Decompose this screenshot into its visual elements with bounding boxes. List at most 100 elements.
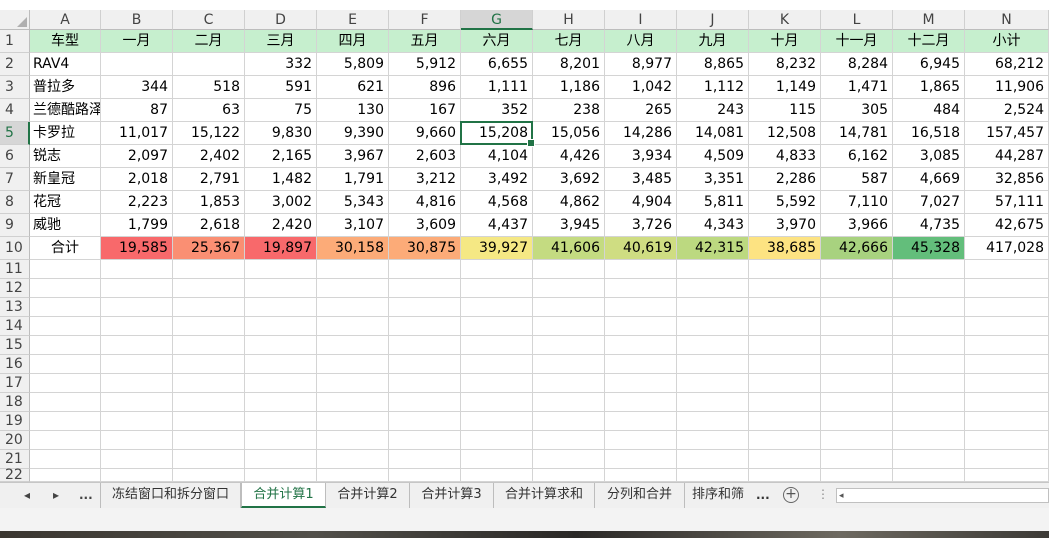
- empty-cell[interactable]: [965, 355, 1049, 374]
- empty-cell[interactable]: [677, 469, 749, 482]
- empty-cell[interactable]: [533, 431, 605, 450]
- empty-cell[interactable]: [101, 412, 173, 431]
- total-value-cell[interactable]: 38,685: [749, 237, 821, 260]
- row-label-cell[interactable]: 兰德酷路泽: [30, 99, 101, 122]
- empty-cell[interactable]: [677, 298, 749, 317]
- data-cell[interactable]: 587: [821, 168, 893, 191]
- empty-cell[interactable]: [389, 431, 461, 450]
- empty-cell[interactable]: [317, 450, 389, 469]
- empty-cell[interactable]: [461, 336, 533, 355]
- empty-cell[interactable]: [245, 279, 317, 298]
- column-header-H[interactable]: H: [533, 10, 605, 30]
- empty-cell[interactable]: [101, 393, 173, 412]
- data-cell[interactable]: 591: [245, 76, 317, 99]
- header-cell[interactable]: 十二月: [893, 30, 965, 53]
- empty-cell[interactable]: [173, 279, 245, 298]
- empty-cell[interactable]: [821, 317, 893, 336]
- data-cell[interactable]: 3,945: [533, 214, 605, 237]
- empty-cell[interactable]: [749, 431, 821, 450]
- data-cell[interactable]: 6,162: [821, 145, 893, 168]
- empty-cell[interactable]: [101, 298, 173, 317]
- data-cell[interactable]: 5,343: [317, 191, 389, 214]
- empty-cell[interactable]: [749, 412, 821, 431]
- data-cell[interactable]: 9,660: [389, 122, 461, 145]
- data-cell[interactable]: 15,122: [173, 122, 245, 145]
- empty-cell[interactable]: [749, 469, 821, 482]
- empty-cell[interactable]: [101, 450, 173, 469]
- data-cell[interactable]: 3,966: [821, 214, 893, 237]
- empty-cell[interactable]: [389, 393, 461, 412]
- empty-cell[interactable]: [749, 374, 821, 393]
- empty-cell[interactable]: [533, 393, 605, 412]
- column-header-L[interactable]: L: [821, 10, 893, 30]
- empty-cell[interactable]: [389, 355, 461, 374]
- data-cell[interactable]: 7,110: [821, 191, 893, 214]
- empty-cell[interactable]: [30, 431, 101, 450]
- empty-cell[interactable]: [173, 431, 245, 450]
- data-cell[interactable]: 14,286: [605, 122, 677, 145]
- data-cell[interactable]: 32,856: [965, 168, 1049, 191]
- data-cell[interactable]: 75: [245, 99, 317, 122]
- data-cell[interactable]: 3,002: [245, 191, 317, 214]
- empty-cell[interactable]: [30, 336, 101, 355]
- data-cell[interactable]: 2,402: [173, 145, 245, 168]
- empty-cell[interactable]: [965, 393, 1049, 412]
- empty-cell[interactable]: [317, 317, 389, 336]
- header-cell[interactable]: 二月: [173, 30, 245, 53]
- empty-cell[interactable]: [965, 450, 1049, 469]
- empty-cell[interactable]: [245, 260, 317, 279]
- data-cell[interactable]: 3,492: [461, 168, 533, 191]
- empty-cell[interactable]: [749, 393, 821, 412]
- data-cell[interactable]: 5,912: [389, 53, 461, 76]
- tab-overflow-button[interactable]: ...: [756, 487, 770, 503]
- header-cell[interactable]: 四月: [317, 30, 389, 53]
- header-cell[interactable]: 十一月: [821, 30, 893, 53]
- data-cell[interactable]: 3,934: [605, 145, 677, 168]
- empty-cell[interactable]: [101, 260, 173, 279]
- empty-cell[interactable]: [245, 374, 317, 393]
- empty-cell[interactable]: [965, 374, 1049, 393]
- data-cell[interactable]: 896: [389, 76, 461, 99]
- data-cell[interactable]: 15,056: [533, 122, 605, 145]
- row-header-7[interactable]: 7: [0, 168, 30, 191]
- data-cell[interactable]: 4,509: [677, 145, 749, 168]
- row-label-cell[interactable]: 威驰: [30, 214, 101, 237]
- empty-cell[interactable]: [605, 374, 677, 393]
- row-header-1[interactable]: 1: [0, 30, 30, 53]
- data-cell[interactable]: [173, 53, 245, 76]
- empty-cell[interactable]: [965, 279, 1049, 298]
- row-header-12[interactable]: 12: [0, 279, 30, 298]
- data-cell[interactable]: 4,343: [677, 214, 749, 237]
- empty-cell[interactable]: [389, 260, 461, 279]
- column-header-D[interactable]: D: [245, 10, 317, 30]
- row-header-9[interactable]: 9: [0, 214, 30, 237]
- empty-cell[interactable]: [317, 374, 389, 393]
- empty-cell[interactable]: [821, 279, 893, 298]
- data-cell[interactable]: 4,904: [605, 191, 677, 214]
- empty-cell[interactable]: [30, 298, 101, 317]
- tab-merge-calc-1[interactable]: 合并计算1: [241, 483, 326, 508]
- tab-sort-filter[interactable]: 排序和筛: [685, 483, 751, 508]
- data-cell[interactable]: 332: [245, 53, 317, 76]
- data-cell[interactable]: 42,675: [965, 214, 1049, 237]
- empty-cell[interactable]: [821, 431, 893, 450]
- row-header-10[interactable]: 10: [0, 237, 30, 260]
- empty-cell[interactable]: [677, 355, 749, 374]
- column-header-I[interactable]: I: [605, 10, 677, 30]
- empty-cell[interactable]: [101, 279, 173, 298]
- empty-cell[interactable]: [749, 336, 821, 355]
- empty-cell[interactable]: [533, 260, 605, 279]
- empty-cell[interactable]: [677, 412, 749, 431]
- data-cell[interactable]: 15,208: [461, 122, 533, 145]
- total-value-cell[interactable]: 41,606: [533, 237, 605, 260]
- horizontal-scrollbar[interactable]: ◂: [836, 488, 1049, 503]
- data-cell[interactable]: 2,791: [173, 168, 245, 191]
- empty-cell[interactable]: [30, 393, 101, 412]
- empty-cell[interactable]: [605, 431, 677, 450]
- row-label-cell[interactable]: RAV4: [30, 53, 101, 76]
- data-cell[interactable]: 5,592: [749, 191, 821, 214]
- data-cell[interactable]: 57,111: [965, 191, 1049, 214]
- empty-cell[interactable]: [533, 374, 605, 393]
- empty-cell[interactable]: [317, 469, 389, 482]
- empty-cell[interactable]: [821, 469, 893, 482]
